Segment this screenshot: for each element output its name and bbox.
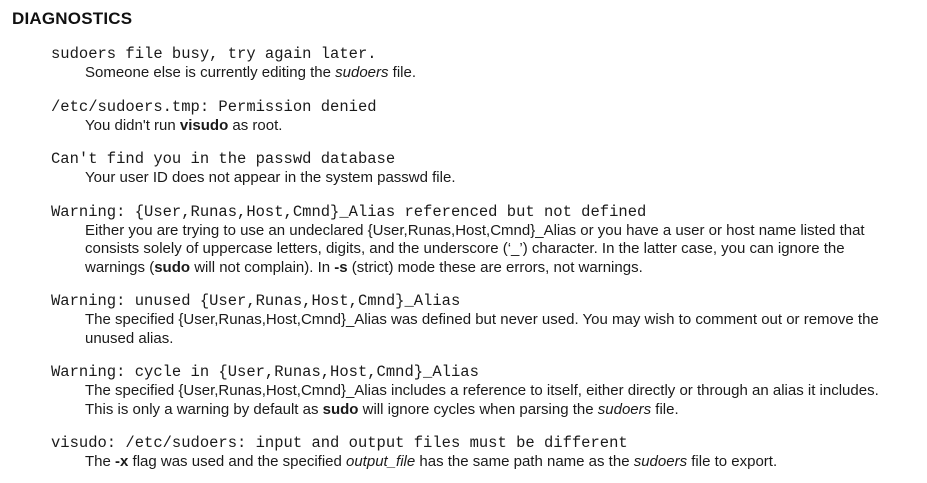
diagnostic-message: Warning: cycle in {User,Runas,Host,Cmnd}… <box>51 363 479 381</box>
diagnostic-entry: visudo: /etc/sudoers: input and output f… <box>12 434 927 472</box>
diagnostic-message: Warning: unused {User,Runas,Host,Cmnd}_A… <box>51 292 461 310</box>
command-name: sudo <box>154 258 191 276</box>
file-reference: output_file <box>346 453 416 470</box>
diagnostic-description: The -x flag was used and the specified o… <box>12 453 927 472</box>
command-name: visudo <box>179 116 229 134</box>
diagnostic-entry: sudoers file busy, try again later. Some… <box>12 45 927 83</box>
description-text: as root. <box>228 116 283 134</box>
diagnostic-entry: Warning: {User,Runas,Host,Cmnd}_Alias re… <box>12 203 927 278</box>
file-reference: sudoers <box>335 64 389 81</box>
diagnostics-list: sudoers file busy, try again later. Some… <box>12 45 927 472</box>
diagnostic-entry: Warning: cycle in {User,Runas,Host,Cmnd}… <box>12 363 927 419</box>
diagnostic-message: /etc/sudoers.tmp: Permission denied <box>51 97 377 116</box>
file-reference: sudoers <box>597 400 652 418</box>
file-reference: sudoers <box>633 453 688 470</box>
diagnostic-entry: /etc/sudoers.tmp: Permission denied You … <box>12 98 927 136</box>
command-name: -s <box>334 258 348 276</box>
man-page: DIAGNOSTICS sudoers file busy, try again… <box>0 0 927 483</box>
diagnostic-message: sudoers file busy, try again later. <box>51 45 377 63</box>
diagnostic-message: Can't find you in the passwd database <box>51 150 396 168</box>
diagnostic-description: Someone else is currently editing the su… <box>12 64 927 83</box>
description-text: will ignore cycles when parsing the <box>358 400 598 418</box>
description-text: file. <box>388 64 417 81</box>
description-text: file. <box>651 400 679 418</box>
diagnostic-entry: Can't find you in the passwd database Yo… <box>12 150 927 188</box>
description-text: The specified {User,Runas,Host,Cmnd}_Ali… <box>85 311 879 347</box>
description-text: Someone else is currently editing the <box>85 64 336 81</box>
description-text: You didn't run <box>85 116 180 134</box>
diagnostic-entry: Warning: unused {User,Runas,Host,Cmnd}_A… <box>12 292 927 348</box>
diagnostic-message: Warning: {User,Runas,Host,Cmnd}_Alias re… <box>51 202 647 221</box>
description-text: file to export. <box>687 453 778 470</box>
description-text: has the same path name as the <box>415 453 634 470</box>
section-heading: DIAGNOSTICS <box>12 9 133 28</box>
diagnostic-description: Your user ID does not appear in the syst… <box>12 169 927 188</box>
command-name: -x <box>115 453 129 470</box>
diagnostic-description: You didn't run visudo as root. <box>12 117 927 136</box>
description-text: flag was used and the specified <box>128 453 346 470</box>
description-text: The <box>85 453 116 470</box>
diagnostic-description: The specified {User,Runas,Host,Cmnd}_Ali… <box>12 382 927 419</box>
description-text: (strict) mode these are errors, not warn… <box>347 258 643 276</box>
diagnostic-description: The specified {User,Runas,Host,Cmnd}_Ali… <box>12 311 927 348</box>
command-name: sudo <box>322 400 359 418</box>
diagnostic-message: visudo: /etc/sudoers: input and output f… <box>51 434 628 452</box>
description-text: Your user ID does not appear in the syst… <box>85 169 456 186</box>
diagnostic-description: Either you are trying to use an undeclar… <box>12 222 927 278</box>
description-text: will not complain). In <box>190 258 335 276</box>
